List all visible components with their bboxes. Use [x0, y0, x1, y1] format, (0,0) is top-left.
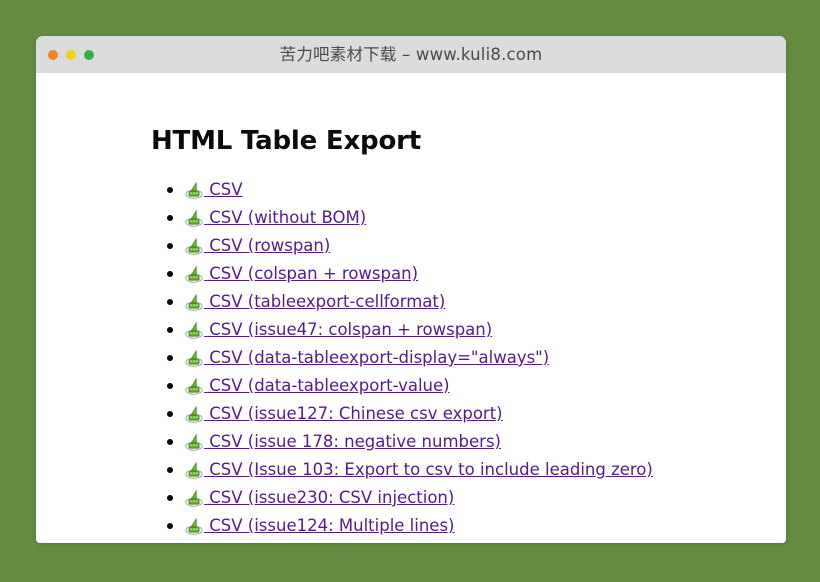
window-controls — [48, 36, 94, 73]
export-link[interactable]: CSV (issue230: CSV injection) — [185, 488, 454, 507]
csv-export-icon — [185, 378, 203, 395]
export-link-label: CSV (Issue 103: Export to csv to include… — [204, 460, 653, 479]
export-links-list: CSV CSV (without BOM) CSV (rowspan) CSV … — [151, 176, 653, 540]
export-link-label: CSV (data-tableexport-display="always") — [204, 348, 550, 367]
list-item: CSV — [167, 176, 653, 204]
list-bullet — [167, 327, 173, 333]
export-link-label: CSV (data-tableexport-value) — [204, 376, 450, 395]
export-link[interactable]: CSV (data-tableexport-value) — [185, 376, 450, 395]
list-item: CSV (data-tableexport-display="always") — [167, 344, 653, 372]
export-link[interactable]: CSV (rowspan) — [185, 236, 330, 255]
csv-export-icon — [185, 490, 203, 507]
list-item: CSV (without BOM) — [167, 204, 653, 232]
export-link[interactable]: CSV (colspan + rowspan) — [185, 264, 418, 283]
list-bullet — [167, 243, 173, 249]
minimize-button[interactable] — [66, 49, 76, 60]
list-bullet — [167, 439, 173, 445]
export-link[interactable]: CSV (issue127: Chinese csv export) — [185, 404, 503, 423]
list-bullet — [167, 187, 173, 193]
list-bullet — [167, 355, 173, 361]
maximize-button[interactable] — [84, 49, 94, 60]
export-link[interactable]: CSV (Issue 103: Export to csv to include… — [185, 460, 653, 479]
close-button[interactable] — [48, 49, 58, 60]
csv-export-icon — [185, 462, 203, 479]
export-link-label: CSV (colspan + rowspan) — [204, 264, 419, 283]
export-link-label: CSV (without BOM) — [204, 208, 367, 227]
csv-export-icon — [185, 406, 203, 423]
export-link-label: CSV (rowspan) — [204, 236, 331, 255]
csv-export-icon — [185, 238, 203, 255]
list-item: CSV (issue127: Chinese csv export) — [167, 400, 653, 428]
list-bullet — [167, 467, 173, 473]
export-link-label: CSV (issue124: Multiple lines) — [204, 516, 455, 535]
export-link[interactable]: CSV (data-tableexport-display="always") — [185, 348, 549, 367]
export-link[interactable]: CSV (without BOM) — [185, 208, 366, 227]
list-item: CSV (data-tableexport-value) — [167, 372, 653, 400]
export-link-label: CSV (tableexport-cellformat) — [204, 292, 446, 311]
list-item: CSV (colspan + rowspan) — [167, 260, 653, 288]
window-title-bar: 苦力吧素材下载 – www.kuli8.com — [36, 36, 786, 73]
page-title: HTML Table Export — [151, 126, 421, 156]
export-link-label: CSV (issue 178: negative numbers) — [204, 432, 501, 451]
list-bullet — [167, 523, 173, 529]
export-link[interactable]: CSV — [185, 180, 243, 199]
list-item: CSV (issue230: CSV injection) — [167, 484, 653, 512]
export-link-label: CSV (issue127: Chinese csv export) — [204, 404, 503, 423]
export-link-label: CSV — [204, 180, 243, 199]
list-item: CSV (Issue 103: Export to csv to include… — [167, 456, 653, 484]
csv-export-icon — [185, 294, 203, 311]
csv-export-icon — [185, 434, 203, 451]
export-link[interactable]: CSV (issue124: Multiple lines) — [185, 516, 455, 535]
csv-export-icon — [185, 518, 203, 535]
list-item: CSV (issue 178: negative numbers) — [167, 428, 653, 456]
export-link[interactable]: CSV (tableexport-cellformat) — [185, 292, 445, 311]
list-item: CSV (issue47: colspan + rowspan) — [167, 316, 653, 344]
window-title: 苦力吧素材下载 – www.kuli8.com — [279, 45, 543, 64]
list-bullet — [167, 299, 173, 305]
list-bullet — [167, 271, 173, 277]
export-link-label: CSV (issue230: CSV injection) — [204, 488, 455, 507]
list-bullet — [167, 215, 173, 221]
list-bullet — [167, 495, 173, 501]
csv-export-icon — [185, 266, 203, 283]
export-link-label: CSV (issue47: colspan + rowspan) — [204, 320, 493, 339]
list-bullet — [167, 411, 173, 417]
csv-export-icon — [185, 322, 203, 339]
list-item: CSV (rowspan) — [167, 232, 653, 260]
list-bullet — [167, 383, 173, 389]
list-item: CSV (tableexport-cellformat) — [167, 288, 653, 316]
csv-export-icon — [185, 210, 203, 227]
list-item: CSV (issue124: Multiple lines) — [167, 512, 653, 540]
csv-export-icon — [185, 182, 203, 199]
csv-export-icon — [185, 350, 203, 367]
browser-window: 苦力吧素材下载 – www.kuli8.com HTML Table Expor… — [36, 36, 786, 543]
export-link[interactable]: CSV (issue 178: negative numbers) — [185, 432, 501, 451]
page-content: HTML Table Export CSV CSV (without BOM) … — [36, 73, 786, 543]
export-link[interactable]: CSV (issue47: colspan + rowspan) — [185, 320, 492, 339]
